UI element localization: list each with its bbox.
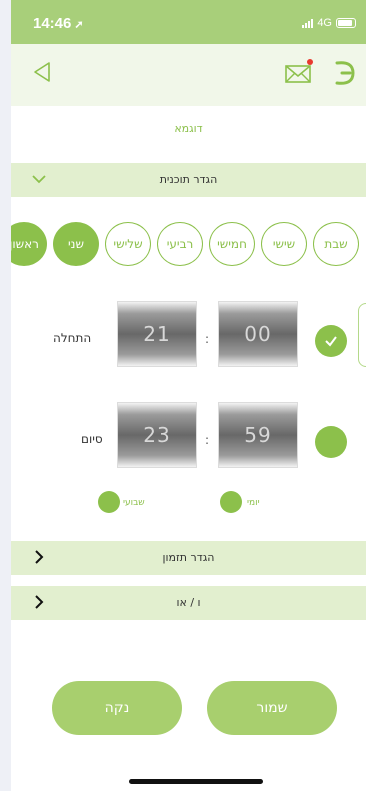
menu-button[interactable] (333, 58, 357, 88)
day-monday[interactable]: שני (53, 222, 99, 266)
checkmark-icon (325, 336, 337, 347)
weekday-selector: ראשון שני שלישי רביעי חמישי שישי שבת (11, 222, 366, 266)
side-panel-tab[interactable] (358, 303, 366, 367)
day-wednesday-label: רביעי (166, 237, 194, 251)
status-bar: 14:46 ➚ 4G (11, 0, 366, 44)
andor-section-header[interactable]: ו / או (11, 586, 366, 620)
day-friday[interactable]: שישי (261, 222, 307, 266)
start-separator: : (205, 332, 210, 346)
day-wednesday[interactable]: רביעי (157, 222, 203, 266)
day-saturday-label: שבת (324, 237, 348, 251)
network-type: 4G (317, 17, 332, 29)
status-time-text: 14:46 (33, 15, 72, 32)
daily-radio[interactable] (220, 491, 242, 513)
end-minute-picker[interactable]: 59 (218, 402, 298, 468)
program-section-title: הגדר תוכנית (159, 173, 218, 186)
save-button[interactable]: שמור (207, 681, 337, 735)
timer-section-header[interactable]: הגדר תזמון (11, 541, 366, 575)
end-hour-picker[interactable]: 23 (117, 402, 197, 468)
weekly-radio[interactable] (98, 491, 120, 513)
day-sunday[interactable]: ראשון (11, 222, 47, 266)
home-indicator (129, 779, 263, 784)
day-thursday[interactable]: חמישי (209, 222, 255, 266)
day-saturday[interactable]: שבת (313, 222, 359, 266)
day-friday-label: שישי (272, 237, 296, 251)
notification-dot (307, 59, 313, 65)
example-label: דוגמא (174, 122, 203, 135)
back-button[interactable] (31, 60, 55, 84)
status-time: 14:46 ➚ (33, 15, 84, 32)
weekly-label: שבועי (123, 498, 145, 508)
clear-button[interactable]: נקה (52, 681, 182, 735)
day-tuesday[interactable]: שלישי (105, 222, 151, 266)
signal-icon (302, 18, 314, 28)
timer-section-title: הגדר תזמון (162, 551, 215, 564)
status-indicators: 4G (302, 17, 356, 29)
start-toggle[interactable] (315, 325, 347, 357)
end-label: סיום (81, 432, 103, 446)
day-tuesday-label: שלישי (113, 237, 143, 251)
start-label: התחלה (53, 331, 92, 345)
start-hour-picker[interactable]: 21 (117, 301, 197, 367)
triangle-left-icon (34, 62, 50, 82)
menu-icon (335, 61, 355, 85)
app-screen: 14:46 ➚ 4G דוגמא הגדר תוכנית ראשון שני ש… (11, 0, 366, 791)
end-toggle[interactable] (315, 426, 347, 458)
end-separator: : (205, 433, 210, 447)
andor-section-title: ו / או (176, 596, 201, 609)
location-arrow-icon: ➚ (74, 19, 84, 31)
battery-icon (336, 18, 356, 28)
header (11, 44, 366, 106)
program-section-header[interactable]: הגדר תוכנית (11, 163, 366, 197)
day-thursday-label: חמישי (217, 237, 247, 251)
day-monday-label: שני (68, 237, 84, 251)
daily-label: יומי (247, 498, 260, 508)
messages-button[interactable] (283, 59, 315, 87)
start-minute-picker[interactable]: 00 (218, 301, 298, 367)
day-sunday-label: ראשון (11, 237, 39, 251)
